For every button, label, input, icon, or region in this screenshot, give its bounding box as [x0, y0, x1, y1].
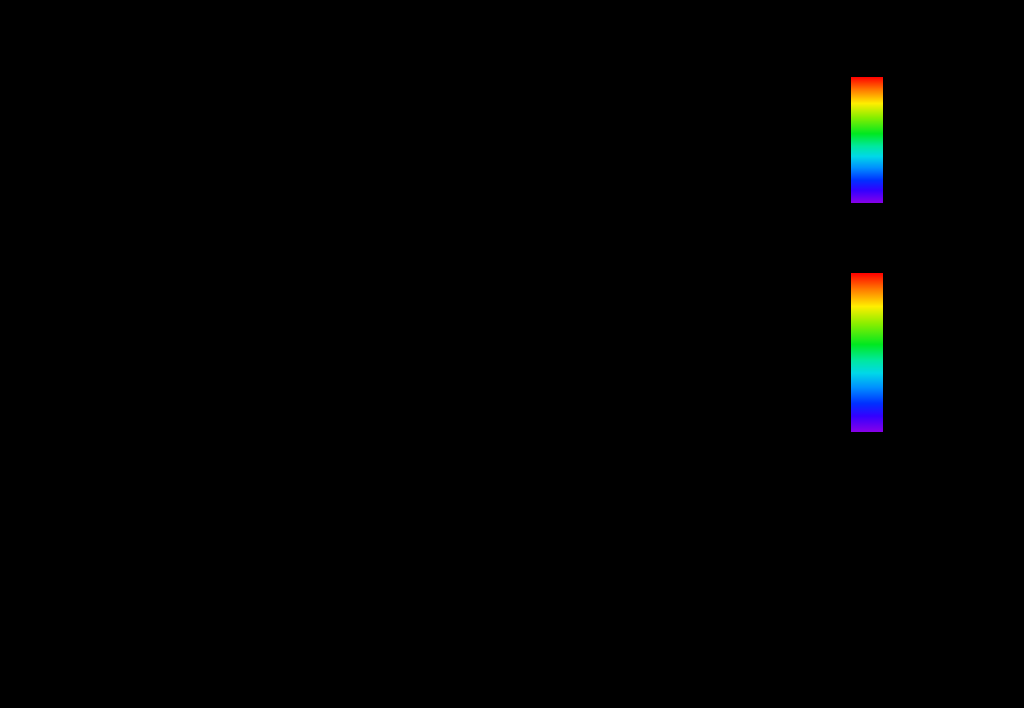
science-plot-page: [0, 0, 1024, 708]
axes-overlay: [0, 0, 1024, 708]
